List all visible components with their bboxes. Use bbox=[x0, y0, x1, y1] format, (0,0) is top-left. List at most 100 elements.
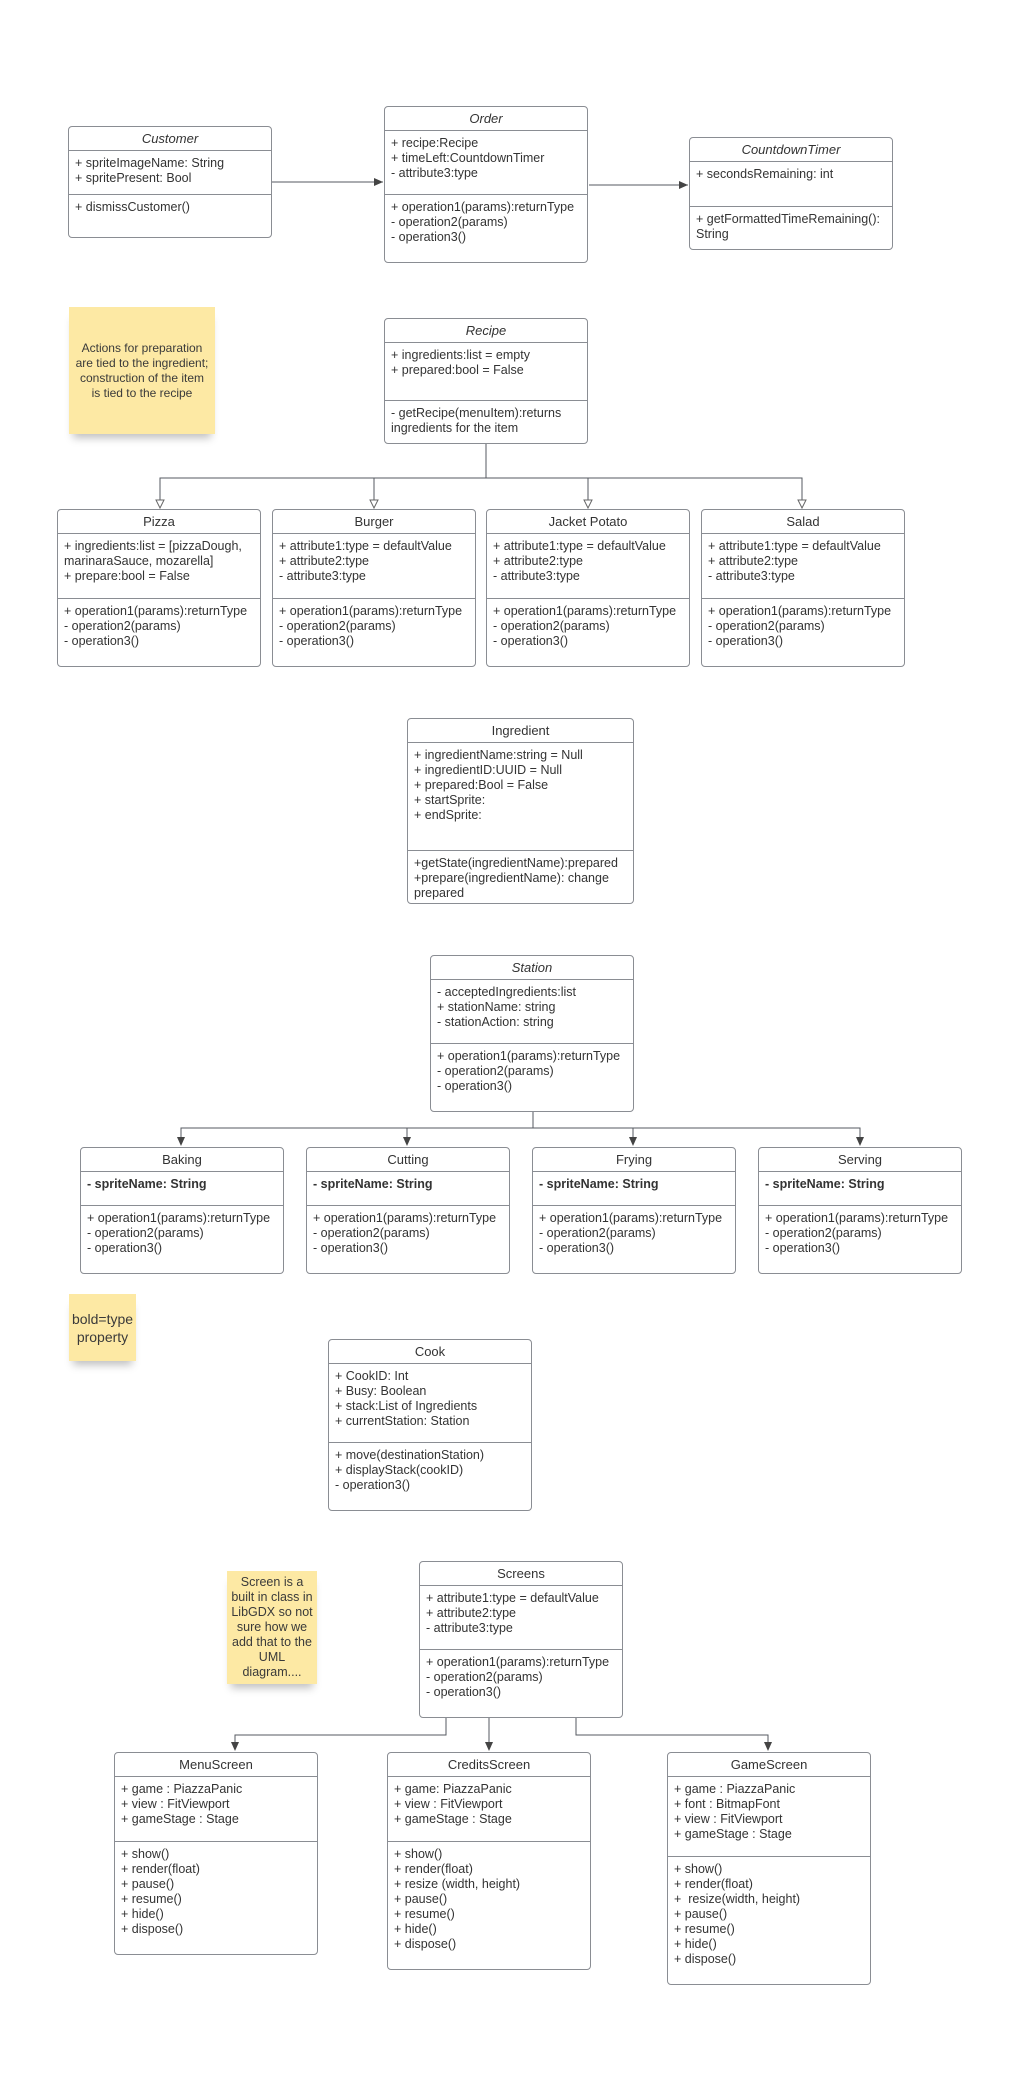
sticky-note-recipe[interactable]: Actions for preparation are tied to the … bbox=[69, 307, 215, 434]
attribute: - spriteName: String bbox=[313, 1177, 433, 1191]
attribute: - acceptedIngredients:list bbox=[437, 985, 576, 999]
class-game-screen[interactable]: GameScreen + game : PiazzaPanic + font : B… bbox=[667, 1752, 871, 1985]
attributes-section: - spriteName: String bbox=[533, 1172, 735, 1206]
operation: + operation1(params):returnType bbox=[279, 604, 463, 618]
attribute: + stationName: string bbox=[437, 1000, 556, 1014]
class-jacket-potato[interactable]: Jacket Potato + attribute1:type = default… bbox=[486, 509, 690, 667]
attribute: + stack:List of Ingredients bbox=[335, 1399, 478, 1413]
operation: +getState(ingredientName):prepared bbox=[414, 856, 618, 870]
operation: - operation2(params) bbox=[391, 215, 508, 229]
attribute: + gameStage : Stage bbox=[674, 1827, 792, 1841]
attribute: + attribute2:type bbox=[708, 554, 798, 568]
class-serving[interactable]: Serving - spriteName: String + operation1(… bbox=[758, 1147, 962, 1274]
operation: + operation1(params):returnType bbox=[313, 1211, 497, 1225]
attributes-section: + secondsRemaining: int bbox=[690, 162, 892, 207]
attributes-section: + game : PiazzaPanic + font : BitmapFont +… bbox=[668, 1777, 870, 1857]
attribute: + CookID: Int bbox=[335, 1369, 409, 1383]
operation: + pause() bbox=[394, 1892, 448, 1906]
operation: - operation3() bbox=[64, 634, 140, 648]
attribute: + prepared:Bool = False bbox=[414, 778, 549, 792]
operation: - operation3() bbox=[335, 1478, 411, 1492]
operation: + displayStack(cookID) bbox=[335, 1463, 464, 1477]
class-name: Customer bbox=[69, 127, 271, 151]
operations-section: + move(destinationStation) + displayStack… bbox=[329, 1443, 531, 1498]
operation: + show() bbox=[394, 1847, 443, 1861]
class-salad[interactable]: Salad + attribute1:type = defaultValue + a… bbox=[701, 509, 905, 667]
class-name: Frying bbox=[533, 1148, 735, 1172]
attribute: + secondsRemaining: int bbox=[696, 167, 834, 181]
attribute: + currentStation: Station bbox=[335, 1414, 470, 1428]
operation: + resume() bbox=[121, 1892, 182, 1906]
operation: + operation1(params):returnType bbox=[437, 1049, 621, 1063]
class-cutting[interactable]: Cutting - spriteName: String + operation1(… bbox=[306, 1147, 510, 1274]
class-name: Cutting bbox=[307, 1148, 509, 1172]
class-name: Screens bbox=[420, 1562, 622, 1586]
attribute: + timeLeft:CountdownTimer bbox=[391, 151, 545, 165]
operations-section: + operation1(params):returnType - operati… bbox=[273, 599, 475, 654]
attributes-section: + ingredients:list = empty + prepared:boo… bbox=[385, 343, 587, 401]
operation: + operation1(params):returnType bbox=[426, 1655, 610, 1669]
class-credits-screen[interactable]: CreditsScreen + game: PiazzaPanic + view :… bbox=[387, 1752, 591, 1970]
class-station[interactable]: Station - acceptedIngredients:list + stati… bbox=[430, 955, 634, 1112]
attributes-section: - spriteName: String bbox=[81, 1172, 283, 1206]
operation: + resume() bbox=[674, 1922, 735, 1936]
operations-section: + operation1(params):returnType - operati… bbox=[58, 599, 260, 654]
class-burger[interactable]: Burger + attribute1:type = defaultValue + … bbox=[272, 509, 476, 667]
class-name: MenuScreen bbox=[115, 1753, 317, 1777]
operation: + hide() bbox=[394, 1922, 437, 1936]
operations-section: + show() + render(float) + resize(width, h… bbox=[668, 1857, 870, 1972]
operation: + dispose() bbox=[394, 1937, 457, 1951]
attributes-section: + ingredientName:string = Null + ingredie… bbox=[408, 743, 633, 851]
class-menu-screen[interactable]: MenuScreen + game : PiazzaPanic + view : F… bbox=[114, 1752, 318, 1955]
attribute: + endSprite: bbox=[414, 808, 482, 822]
operation: - operation2(params) bbox=[539, 1226, 656, 1240]
operation: + hide() bbox=[674, 1937, 717, 1951]
note-text: Actions for preparation are tied to the … bbox=[75, 340, 209, 400]
class-order[interactable]: Order + recipe:Recipe + timeLeft:Countdown… bbox=[384, 106, 588, 263]
operation: - operation2(params) bbox=[279, 619, 396, 633]
class-name: Jacket Potato bbox=[487, 510, 689, 534]
class-name: Serving bbox=[759, 1148, 961, 1172]
attribute: - spriteName: String bbox=[87, 1177, 207, 1191]
class-screens[interactable]: Screens + attribute1:type = defaultValue +… bbox=[419, 1561, 623, 1718]
operations-section: + operation1(params):returnType - operati… bbox=[759, 1206, 961, 1261]
attributes-section: + game : PiazzaPanic + view : FitViewport… bbox=[115, 1777, 317, 1842]
class-cook[interactable]: Cook + CookID: Int + Busy: Boolean + stack:… bbox=[328, 1339, 532, 1511]
operation: + operation1(params):returnType bbox=[708, 604, 892, 618]
attribute: + attribute2:type bbox=[426, 1606, 516, 1620]
operation: + render(float) bbox=[394, 1862, 473, 1876]
class-countdown-timer[interactable]: CountdownTimer + secondsRemaining: int + g… bbox=[689, 137, 893, 250]
attribute: - attribute3:type bbox=[708, 569, 795, 583]
operations-section: + operation1(params):returnType - operati… bbox=[307, 1206, 509, 1261]
operations-section: + operation1(params):returnType - operati… bbox=[81, 1206, 283, 1261]
class-ingredient[interactable]: Ingredient + ingredientName:string = Null… bbox=[407, 718, 634, 904]
operations-section: + operation1(params):returnType - operati… bbox=[385, 195, 587, 250]
operation: - operation3() bbox=[279, 634, 355, 648]
class-pizza[interactable]: Pizza + ingredients:list = [pizzaDough, m… bbox=[57, 509, 261, 667]
sticky-note-screen[interactable]: Screen is a built in class in LibGDX so … bbox=[227, 1571, 317, 1684]
operation: + hide() bbox=[121, 1907, 164, 1921]
operations-section: + getFormattedTimeRemaining(): String bbox=[690, 207, 892, 247]
attribute: + game: PiazzaPanic bbox=[394, 1782, 512, 1796]
class-recipe[interactable]: Recipe + ingredients:list = empty + prepar… bbox=[384, 318, 588, 444]
class-name: Pizza bbox=[58, 510, 260, 534]
class-name: GameScreen bbox=[668, 1753, 870, 1777]
operation: + operation1(params):returnType bbox=[493, 604, 677, 618]
recipe-pizza-link bbox=[159, 444, 487, 508]
class-frying[interactable]: Frying - spriteName: String + operation1(p… bbox=[532, 1147, 736, 1274]
operation: + pause() bbox=[674, 1907, 728, 1921]
attribute: + spritePresent: Bool bbox=[75, 171, 192, 185]
operation: - operation2(params) bbox=[64, 619, 181, 633]
sticky-note-bold-type[interactable]: bold=type property bbox=[69, 1294, 136, 1361]
attributes-section: + attribute1:type = defaultValue + attrib… bbox=[273, 534, 475, 599]
operation: - operation3() bbox=[708, 634, 784, 648]
class-baking[interactable]: Baking - spriteName: String + operation1(p… bbox=[80, 1147, 284, 1274]
operation: + operation1(params):returnType bbox=[391, 200, 575, 214]
attributes-section: - acceptedIngredients:list + stationName:… bbox=[431, 980, 633, 1044]
attribute: - stationAction: string bbox=[437, 1015, 554, 1029]
class-name: Salad bbox=[702, 510, 904, 534]
class-name: Recipe bbox=[385, 319, 587, 343]
operation: + operation1(params):returnType bbox=[765, 1211, 949, 1225]
operations-section: + show() + render(float) + resize (width, … bbox=[388, 1842, 590, 1957]
class-customer[interactable]: Customer + spriteImageName: String + sprit… bbox=[68, 126, 272, 238]
